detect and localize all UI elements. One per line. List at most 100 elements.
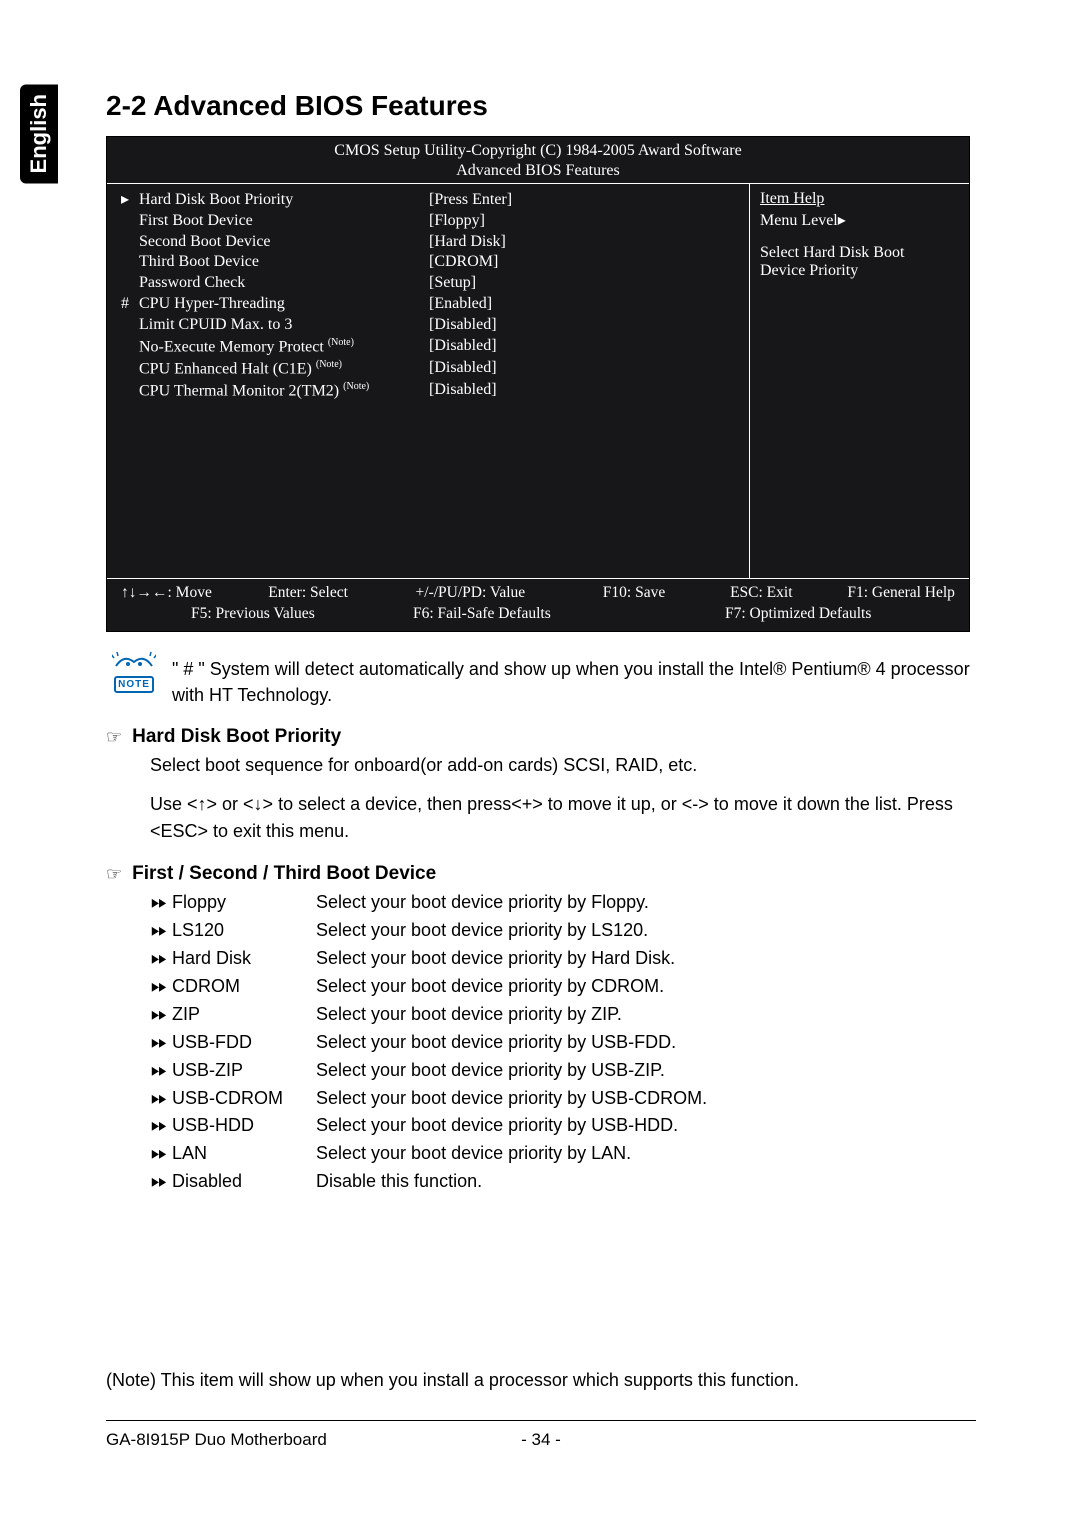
option-name: LS120 xyxy=(172,917,316,945)
option-desc: Select your boot device priority by LS12… xyxy=(316,917,976,945)
bios-subtitle: Advanced BIOS Features xyxy=(107,161,969,181)
bios-setting-row: No-Execute Memory Protect (Note)[Disable… xyxy=(121,336,739,358)
key-value: +/-/PU/PD: Value xyxy=(416,583,586,604)
option-name: ZIP xyxy=(172,1001,316,1029)
row-mark xyxy=(121,315,139,336)
bullet-icon: ▸▸ xyxy=(150,973,172,1001)
page-number: - 34 - xyxy=(521,1430,561,1450)
bios-setting-row: CPU Enhanced Halt (C1E) (Note)[Disabled] xyxy=(121,358,739,380)
option-desc: Select your boot device priority by USB-… xyxy=(316,1085,976,1113)
footnote: (Note) This item will show up when you i… xyxy=(106,1370,799,1391)
setting-value: [Disabled] xyxy=(429,315,497,336)
row-mark: ▸ xyxy=(121,190,139,211)
row-mark xyxy=(121,273,139,294)
setting-label: Third Boot Device xyxy=(139,252,429,273)
language-tab: English xyxy=(20,84,58,183)
option-name: USB-ZIP xyxy=(172,1057,316,1085)
bios-setting-row: ▸Hard Disk Boot Priority[Press Enter] xyxy=(121,190,739,211)
setting-value: [Floppy] xyxy=(429,211,485,232)
setting-label: First Boot Device xyxy=(139,211,429,232)
pointer-icon: ☞ xyxy=(106,728,122,746)
option-row: ▸▸Hard DiskSelect your boot device prior… xyxy=(150,945,976,973)
help-text: Device Priority xyxy=(760,262,959,280)
bullet-icon: ▸▸ xyxy=(150,917,172,945)
option-row: ▸▸USB-ZIPSelect your boot device priorit… xyxy=(150,1057,976,1085)
option-desc: Select your boot device priority by ZIP. xyxy=(316,1001,976,1029)
section-paragraph: Use <↑> or <↓> to select a device, then … xyxy=(150,791,976,845)
bios-setting-row: Limit CPUID Max. to 3[Disabled] xyxy=(121,315,739,336)
option-name: LAN xyxy=(172,1140,316,1168)
bios-setting-row: Third Boot Device[CDROM] xyxy=(121,252,739,273)
setting-value: [Disabled] xyxy=(429,380,497,402)
pointer-icon: ☞ xyxy=(106,865,122,883)
setting-value: [CDROM] xyxy=(429,252,498,273)
bios-setting-row: #CPU Hyper-Threading[Enabled] xyxy=(121,294,739,315)
row-mark: # xyxy=(121,294,139,315)
bios-setting-row: Password Check[Setup] xyxy=(121,273,739,294)
option-desc: Disable this function. xyxy=(316,1168,976,1196)
footer-model: GA-8I915P Duo Motherboard xyxy=(106,1430,327,1450)
option-name: USB-HDD xyxy=(172,1112,316,1140)
setting-label: Password Check xyxy=(139,273,429,294)
option-row: ▸▸LS120Select your boot device priority … xyxy=(150,917,976,945)
key-f5: F5: Previous Values xyxy=(121,604,381,625)
option-row: ▸▸USB-CDROMSelect your boot device prior… xyxy=(150,1085,976,1113)
option-name: USB-FDD xyxy=(172,1029,316,1057)
setting-label: CPU Hyper-Threading xyxy=(139,294,429,315)
key-f7: F7: Optimized Defaults xyxy=(725,604,955,625)
option-desc: Select your boot device priority by Hard… xyxy=(316,945,976,973)
setting-label: No-Execute Memory Protect (Note) xyxy=(139,336,429,358)
help-title: Item Help xyxy=(760,190,959,208)
help-text: Select Hard Disk Boot xyxy=(760,244,959,262)
bullet-icon: ▸▸ xyxy=(150,1140,172,1168)
row-mark xyxy=(121,252,139,273)
option-row: ▸▸FloppySelect your boot device priority… xyxy=(150,889,976,917)
row-mark xyxy=(121,380,139,402)
option-desc: Select your boot device priority by Flop… xyxy=(316,889,976,917)
option-row: ▸▸LANSelect your boot device priority by… xyxy=(150,1140,976,1168)
setting-label: Second Boot Device xyxy=(139,232,429,253)
setting-value: [Enabled] xyxy=(429,294,492,315)
section-title: Hard Disk Boot Priority xyxy=(132,726,341,748)
footer-divider xyxy=(106,1420,976,1421)
key-f1: F1: General Help xyxy=(847,583,955,604)
option-name: USB-CDROM xyxy=(172,1085,316,1113)
setting-value: [Hard Disk] xyxy=(429,232,506,253)
option-row: ▸▸USB-FDDSelect your boot device priorit… xyxy=(150,1029,976,1057)
bios-help-panel: Item Help Menu Level▸ Select Hard Disk B… xyxy=(749,184,969,578)
option-name: CDROM xyxy=(172,973,316,1001)
option-desc: Select your boot device priority by USB-… xyxy=(316,1057,976,1085)
option-name: Disabled xyxy=(172,1168,316,1196)
key-esc: ESC: Exit xyxy=(730,583,830,604)
option-row: ▸▸ZIPSelect your boot device priority by… xyxy=(150,1001,976,1029)
bullet-icon: ▸▸ xyxy=(150,1001,172,1029)
section-title: First / Second / Third Boot Device xyxy=(132,863,436,885)
option-row: ▸▸DisabledDisable this function. xyxy=(150,1168,976,1196)
bullet-icon: ▸▸ xyxy=(150,1057,172,1085)
setting-label: CPU Thermal Monitor 2(TM2) (Note) xyxy=(139,380,429,402)
row-mark xyxy=(121,232,139,253)
setting-value: [Setup] xyxy=(429,273,476,294)
option-name: Hard Disk xyxy=(172,945,316,973)
option-desc: Select your boot device priority by LAN. xyxy=(316,1140,976,1168)
bullet-icon: ▸▸ xyxy=(150,1168,172,1196)
key-save: F10: Save xyxy=(603,583,713,604)
setting-value: [Disabled] xyxy=(429,358,497,380)
bios-setting-row: First Boot Device[Floppy] xyxy=(121,211,739,232)
bios-setting-row: Second Boot Device[Hard Disk] xyxy=(121,232,739,253)
note-text: " # " System will detect automatically a… xyxy=(172,656,976,708)
help-menu-level: Menu Level▸ xyxy=(760,210,959,230)
bullet-icon: ▸▸ xyxy=(150,889,172,917)
bios-keys-footer: ↑↓→←: Move Enter: Select +/-/PU/PD: Valu… xyxy=(107,578,969,631)
option-name: Floppy xyxy=(172,889,316,917)
key-enter: Enter: Select xyxy=(268,583,398,604)
option-desc: Select your boot device priority by USB-… xyxy=(316,1029,976,1057)
bullet-icon: ▸▸ xyxy=(150,1029,172,1057)
row-mark xyxy=(121,336,139,358)
bios-settings-list: ▸Hard Disk Boot Priority[Press Enter]Fir… xyxy=(107,184,749,578)
row-mark xyxy=(121,358,139,380)
bios-copyright: CMOS Setup Utility-Copyright (C) 1984-20… xyxy=(107,141,969,161)
setting-label: Hard Disk Boot Priority xyxy=(139,190,429,211)
setting-label: Limit CPUID Max. to 3 xyxy=(139,315,429,336)
bullet-icon: ▸▸ xyxy=(150,945,172,973)
